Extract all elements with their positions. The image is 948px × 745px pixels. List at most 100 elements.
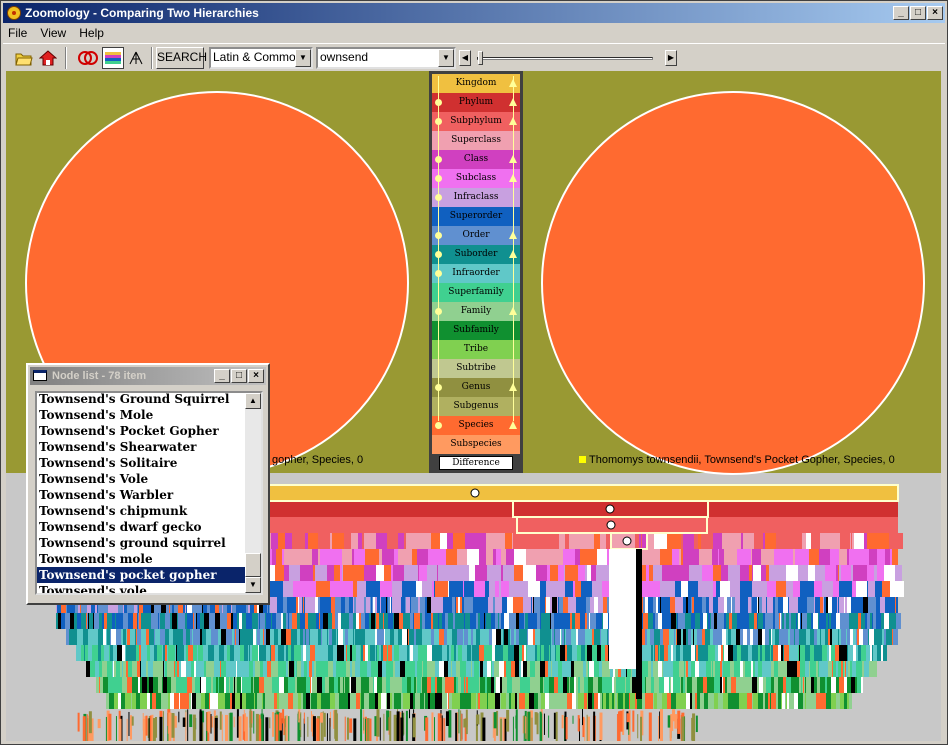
menu-view[interactable]: View bbox=[35, 24, 71, 42]
node-list-item[interactable]: Townsend's pocket gopher bbox=[37, 567, 247, 583]
node-list-item[interactable]: Townsend's mole bbox=[37, 551, 247, 567]
icicle-cell bbox=[471, 629, 473, 645]
scroll-up-icon[interactable]: ▲ bbox=[245, 393, 261, 409]
icicle-cell bbox=[284, 565, 285, 581]
rank-infraclass[interactable]: Infraclass bbox=[432, 188, 520, 207]
icicle-cell bbox=[617, 693, 618, 709]
rank-superfamily[interactable]: Superfamily bbox=[432, 283, 520, 302]
rank-subspecies[interactable]: Subspecies bbox=[432, 435, 520, 454]
menu-file[interactable]: File bbox=[3, 24, 32, 42]
icicle-cell bbox=[889, 597, 891, 613]
rank-tribe[interactable]: Tribe bbox=[432, 340, 520, 359]
node-list-item[interactable]: Townsend's dwarf gecko bbox=[37, 519, 247, 535]
icicle-cell bbox=[684, 549, 686, 565]
scroll-down-icon[interactable]: ▼ bbox=[245, 577, 261, 593]
slider-left-button[interactable]: ◀ bbox=[459, 50, 471, 66]
minimize-button[interactable]: _ bbox=[893, 6, 909, 20]
icicle-cell bbox=[728, 629, 731, 645]
open-folder-icon[interactable] bbox=[13, 47, 35, 69]
icicle-cell bbox=[266, 693, 270, 709]
compare-icon[interactable] bbox=[77, 47, 99, 69]
rank-label: Suborder bbox=[454, 249, 498, 259]
menu-help[interactable]: Help bbox=[74, 24, 109, 42]
search-input[interactable]: ownsend ▼ bbox=[316, 47, 456, 69]
icicle-cell bbox=[833, 629, 838, 645]
rank-subgenus[interactable]: Subgenus bbox=[432, 397, 520, 416]
node-list-item[interactable]: Townsend's Solitaire bbox=[37, 455, 247, 471]
icicle-cell bbox=[602, 533, 606, 549]
icicle-cell bbox=[438, 565, 452, 581]
path-marker-icon bbox=[470, 488, 480, 498]
node-list-item[interactable]: Townsend's chipmunk bbox=[37, 503, 247, 519]
icicle-cell bbox=[669, 677, 670, 693]
rank-subphylum[interactable]: Subphylum bbox=[432, 112, 520, 131]
zoom-slider[interactable] bbox=[475, 50, 655, 66]
rank-subfamily[interactable]: Subfamily bbox=[432, 321, 520, 340]
icicle-cell bbox=[727, 645, 728, 661]
rank-species[interactable]: Species bbox=[432, 416, 520, 435]
tree-layout-icon[interactable] bbox=[125, 47, 147, 69]
close-button[interactable]: × bbox=[248, 369, 264, 383]
icicle-tip bbox=[288, 716, 290, 741]
difference-button[interactable]: Difference bbox=[439, 456, 513, 470]
scroll-thumb[interactable] bbox=[245, 553, 261, 577]
maximize-button[interactable]: □ bbox=[910, 6, 926, 20]
home-icon[interactable] bbox=[37, 47, 59, 69]
icicle-cell bbox=[165, 613, 170, 629]
icicle-cell bbox=[530, 645, 535, 661]
rank-suborder[interactable]: Suborder bbox=[432, 245, 520, 264]
chevron-down-icon[interactable]: ▼ bbox=[438, 49, 454, 67]
node-list-item[interactable]: Townsend's Ground Squirrel bbox=[37, 393, 247, 407]
chevron-down-icon[interactable]: ▼ bbox=[295, 49, 311, 67]
icicle-cell bbox=[570, 629, 571, 645]
icicle-cell bbox=[714, 693, 718, 709]
node-list-item[interactable]: Townsend's Shearwater bbox=[37, 439, 247, 455]
close-button[interactable]: × bbox=[927, 6, 943, 20]
icicle-cell bbox=[366, 581, 370, 597]
name-mode-select[interactable]: Latin & Common ▼ bbox=[209, 47, 313, 69]
node-list-item[interactable]: Townsend's Vole bbox=[37, 471, 247, 487]
icicle-cell bbox=[176, 645, 177, 661]
icicle-cell bbox=[167, 645, 168, 661]
search-button[interactable]: SEARCH bbox=[156, 47, 207, 69]
node-list-item[interactable]: Townsend's ground squirrel bbox=[37, 535, 247, 551]
scrollbar[interactable]: ▲ ▼ bbox=[245, 393, 261, 593]
rank-subclass[interactable]: Subclass bbox=[432, 169, 520, 188]
icicle-cell bbox=[165, 645, 167, 661]
rank-order[interactable]: Order bbox=[432, 226, 520, 245]
icicle-cell bbox=[373, 693, 375, 709]
rank-kingdom[interactable]: Kingdom bbox=[432, 74, 520, 93]
node-list-item[interactable]: Townsend's vole bbox=[37, 583, 247, 593]
icicle-cell bbox=[576, 693, 578, 709]
rank-superorder[interactable]: Superorder bbox=[432, 207, 520, 226]
rank-family[interactable]: Family bbox=[432, 302, 520, 321]
icicle-cell bbox=[214, 613, 215, 629]
icicle-cell bbox=[379, 613, 383, 629]
icicle-cell bbox=[443, 677, 445, 693]
rank-infraorder[interactable]: Infraorder bbox=[432, 264, 520, 283]
title-bar: Zoomology - Comparing Two Hierarchies _ … bbox=[3, 3, 945, 23]
right-tree-circle[interactable] bbox=[541, 91, 925, 475]
maximize-button[interactable]: □ bbox=[231, 369, 247, 383]
rank-class[interactable]: Class bbox=[432, 150, 520, 169]
minimize-button[interactable]: _ bbox=[214, 369, 230, 383]
icicle-cell bbox=[503, 629, 504, 645]
icicle-cell bbox=[527, 629, 528, 645]
icicle-cell bbox=[656, 629, 660, 645]
node-list-item[interactable]: Townsend's Pocket Gopher bbox=[37, 423, 247, 439]
rank-colors-icon[interactable] bbox=[102, 47, 124, 69]
node-list-item[interactable]: Townsend's Mole bbox=[37, 407, 247, 423]
icicle-cell bbox=[454, 677, 456, 693]
rank-subtribe[interactable]: Subtribe bbox=[432, 359, 520, 378]
icicle-cell bbox=[532, 597, 533, 613]
slider-thumb[interactable] bbox=[478, 51, 483, 65]
rank-label: Superclass bbox=[451, 135, 501, 145]
icicle-cell bbox=[794, 677, 799, 693]
slider-right-button[interactable]: ▶ bbox=[665, 50, 677, 66]
node-list-item[interactable]: Townsend's Warbler bbox=[37, 487, 247, 503]
rank-phylum[interactable]: Phylum bbox=[432, 93, 520, 112]
rank-superclass[interactable]: Superclass bbox=[432, 131, 520, 150]
icicle-cell bbox=[380, 597, 381, 613]
icicle-tip bbox=[659, 709, 663, 741]
rank-genus[interactable]: Genus bbox=[432, 378, 520, 397]
